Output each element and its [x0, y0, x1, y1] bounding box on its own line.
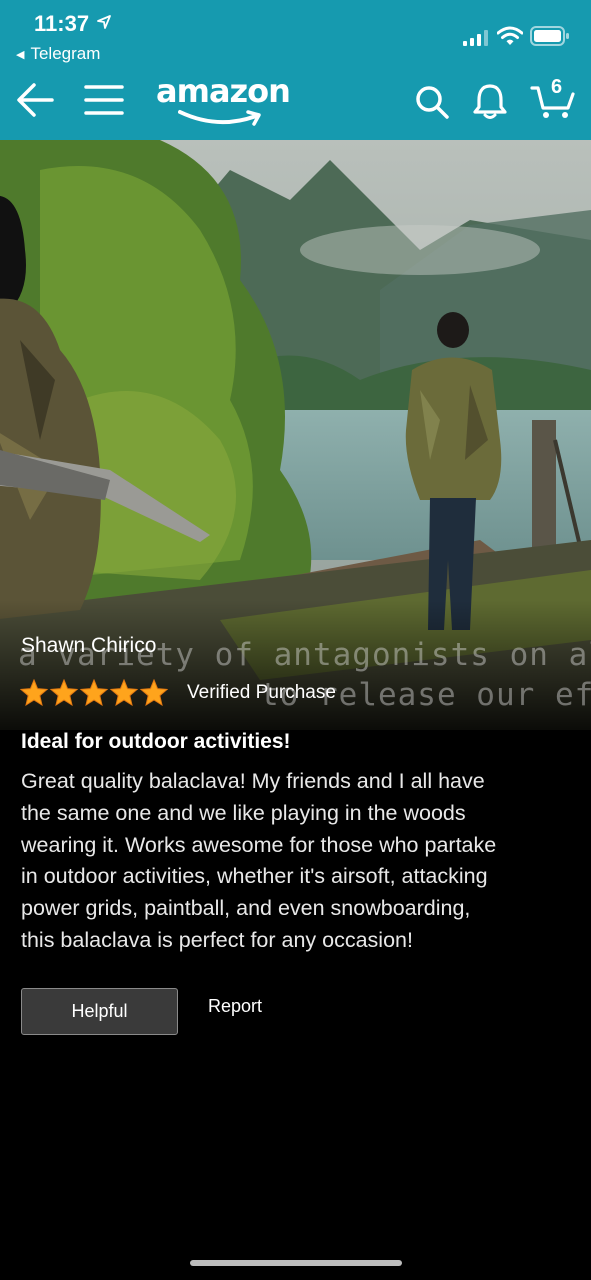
review-body: Great quality balaclava! My friends and … [21, 766, 576, 957]
helpful-button[interactable]: Helpful [21, 988, 178, 1035]
review-title: Ideal for outdoor activities! [21, 730, 291, 753]
wifi-icon [497, 26, 523, 45]
bell-icon[interactable] [472, 82, 508, 120]
cellular-signal-icon [463, 30, 488, 46]
star-icon [50, 679, 78, 706]
back-app-label: Telegram [30, 44, 101, 63]
cart-count-badge: 6 [551, 76, 563, 98]
review-body-line: in outdoor activities, whether it's airs… [21, 864, 488, 889]
review-body-line: wearing it. Works awesome for those who … [21, 832, 497, 857]
star-icon [20, 679, 48, 706]
logo-smile-icon [178, 110, 261, 126]
review-body-line: power grids, paintball, and even snowboa… [21, 896, 471, 921]
status-bar: 11:37 ◀ Telegram [0, 0, 591, 70]
search-icon[interactable] [414, 84, 450, 120]
back-triangle-icon: ◀ [16, 49, 25, 61]
star-icon [110, 679, 138, 706]
status-time: 11:37 [34, 11, 90, 36]
star-icon [80, 679, 108, 706]
location-arrow-icon [97, 15, 111, 29]
menu-icon[interactable] [84, 84, 124, 116]
verified-purchase-label: Verified Purchase [187, 682, 336, 703]
home-indicator[interactable] [190, 1260, 402, 1266]
review-body-line: the same one and we like playing in the … [21, 800, 466, 825]
back-arrow-icon[interactable] [16, 82, 54, 118]
logo-text: amazon [156, 72, 291, 110]
back-to-telegram[interactable]: ◀ Telegram [16, 44, 100, 64]
review-body-line: this balaclava is perfect for any occasi… [21, 927, 413, 952]
star-icon [140, 679, 168, 706]
report-link[interactable]: Report [208, 996, 262, 1017]
reviewer-name[interactable]: Shawn Chirico [21, 634, 156, 658]
amazon-logo[interactable]: amazon [156, 72, 296, 132]
battery-icon [530, 26, 569, 46]
review-body-line: Great quality balaclava! My friends and … [21, 769, 485, 793]
star-rating [20, 679, 168, 706]
